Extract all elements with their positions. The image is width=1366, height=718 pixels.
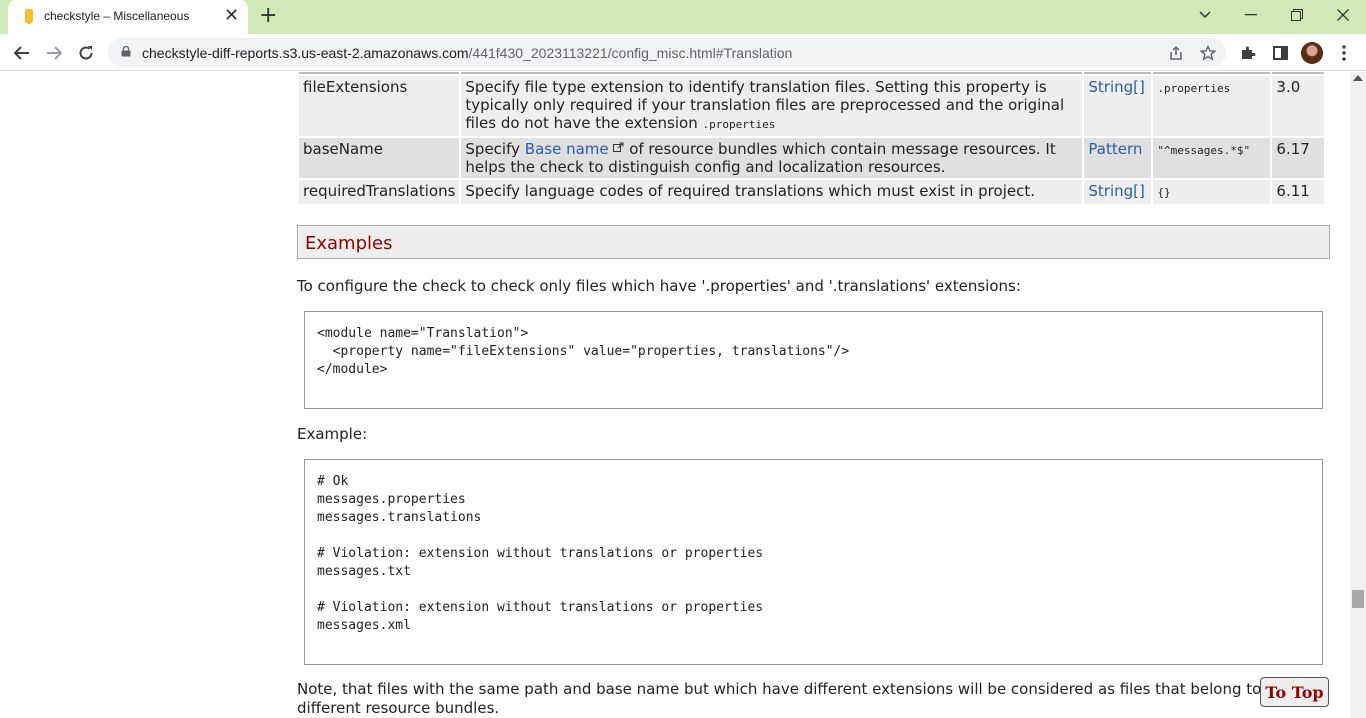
- url-text[interactable]: checkstyle-diff-reports.s3.us-east-2.ama…: [142, 45, 792, 61]
- code-line: # Violation: extension without translati…: [317, 600, 764, 615]
- url-path: /441f430_2023113221/config_misc.html#Tra…: [468, 45, 793, 61]
- code-line: # Violation: extension without translati…: [317, 546, 764, 561]
- forward-icon[interactable]: [41, 40, 67, 66]
- page-content: fileExtensions Specify file type extensi…: [0, 72, 1350, 718]
- examples-intro: To configure the check to check only fil…: [297, 277, 1021, 295]
- description-line: helps the check to distinguish config an…: [465, 158, 946, 176]
- tab-search-icon[interactable]: [1182, 0, 1228, 30]
- code-line: messages.properties: [317, 492, 466, 507]
- property-name: fileExtensions: [299, 76, 460, 136]
- code-line: </module>: [317, 362, 388, 377]
- property-name: requiredTranslations: [299, 180, 460, 204]
- description-line: Specify Base name of resource bundles wh…: [465, 140, 1078, 158]
- url-host: checkstyle-diff-reports.s3.us-east-2.ama…: [142, 45, 469, 61]
- property-description: Specify file type extension to identify …: [461, 76, 1083, 136]
- profile-avatar[interactable]: [1301, 42, 1323, 64]
- restore-icon[interactable]: [1274, 0, 1320, 30]
- menu-kebab-icon[interactable]: [1333, 42, 1355, 64]
- property-description: Specify language codes of required trans…: [461, 180, 1083, 204]
- lock-icon[interactable]: [121, 46, 131, 57]
- code-line: messages.translations: [317, 510, 482, 525]
- description-text: files do not have the extension: [465, 114, 698, 132]
- description-line: Specify file type extension to identify …: [465, 78, 1047, 96]
- note-line: Note, that files with the same path and …: [297, 680, 1262, 698]
- inline-code: .properties: [702, 118, 776, 131]
- code-line: # Ok: [317, 474, 349, 489]
- description-text: Specify: [465, 140, 520, 158]
- code-line: messages.txt: [317, 564, 411, 579]
- browser-tab[interactable]: checkstyle – Miscellaneous ✕: [8, 0, 248, 34]
- examples-section-header: Examples: [297, 225, 1330, 259]
- table-row: baseName Specify Base name of resource b…: [299, 138, 1325, 178]
- scroll-up-arrow-icon[interactable]: [1353, 75, 1363, 81]
- browser-toolbar: checkstyle-diff-reports.s3.us-east-2.ama…: [0, 34, 1366, 71]
- table-row: fileExtensions Specify file type extensi…: [299, 76, 1325, 136]
- type-link[interactable]: String[]: [1088, 78, 1144, 96]
- description-text: of resource bundles which contain messag…: [629, 140, 1056, 158]
- since-version: 6.11: [1272, 180, 1325, 204]
- to-top-button[interactable]: To Top: [1260, 677, 1329, 707]
- type-link[interactable]: Pattern: [1088, 140, 1142, 158]
- extensions-icon[interactable]: [1237, 42, 1259, 64]
- default-value: "^messages.*$": [1157, 144, 1251, 157]
- example-label: Example:: [297, 425, 368, 443]
- note-line: different resource bundles.: [297, 699, 500, 717]
- base-name-link[interactable]: Base name: [525, 140, 609, 158]
- reload-icon[interactable]: [73, 40, 99, 66]
- side-panel-icon[interactable]: [1269, 42, 1291, 64]
- tab-title: checkstyle – Miscellaneous: [44, 9, 190, 23]
- description-line: files do not have the extension .propert…: [465, 114, 1078, 134]
- default-value: {}: [1157, 186, 1171, 199]
- code-line: <property name="fileExtensions" value="p…: [317, 344, 850, 359]
- since-version: 6.17: [1272, 138, 1325, 178]
- description-line: typically only required if your translat…: [465, 96, 1065, 114]
- property-name: baseName: [299, 138, 460, 178]
- close-tab-icon[interactable]: ✕: [224, 5, 239, 27]
- code-line: messages.xml: [317, 618, 411, 633]
- minimize-icon[interactable]: [1228, 0, 1274, 30]
- properties-table: fileExtensions Specify file type extensi…: [297, 72, 1326, 206]
- close-window-icon[interactable]: [1320, 0, 1366, 30]
- new-tab-icon[interactable]: +: [259, 3, 277, 29]
- code-line: <module name="Translation">: [317, 326, 529, 341]
- share-icon[interactable]: [1166, 43, 1186, 63]
- scrollbar-thumb[interactable]: [1352, 590, 1364, 608]
- page-scrollbar[interactable]: [1350, 72, 1366, 718]
- bookmark-star-icon[interactable]: [1198, 43, 1218, 63]
- config-code-block: <module name="Translation"> <property na…: [304, 311, 1323, 409]
- table-header-row: [299, 72, 1325, 74]
- external-link-icon[interactable]: [613, 142, 624, 153]
- checkstyle-favicon-icon: [25, 9, 33, 24]
- table-row: requiredTranslations Specify language co…: [299, 180, 1325, 204]
- since-version: 3.0: [1272, 76, 1325, 136]
- default-value: .properties: [1157, 82, 1231, 95]
- address-bar[interactable]: checkstyle-diff-reports.s3.us-east-2.ama…: [108, 38, 1226, 67]
- section-title: Examples: [305, 233, 393, 254]
- tab-strip: checkstyle – Miscellaneous ✕ +: [0, 0, 1366, 34]
- back-icon[interactable]: [9, 40, 35, 66]
- example-code-block: # Ok messages.properties messages.transl…: [304, 459, 1323, 665]
- property-description: Specify Base name of resource bundles wh…: [461, 138, 1083, 178]
- type-link[interactable]: String[]: [1088, 182, 1144, 200]
